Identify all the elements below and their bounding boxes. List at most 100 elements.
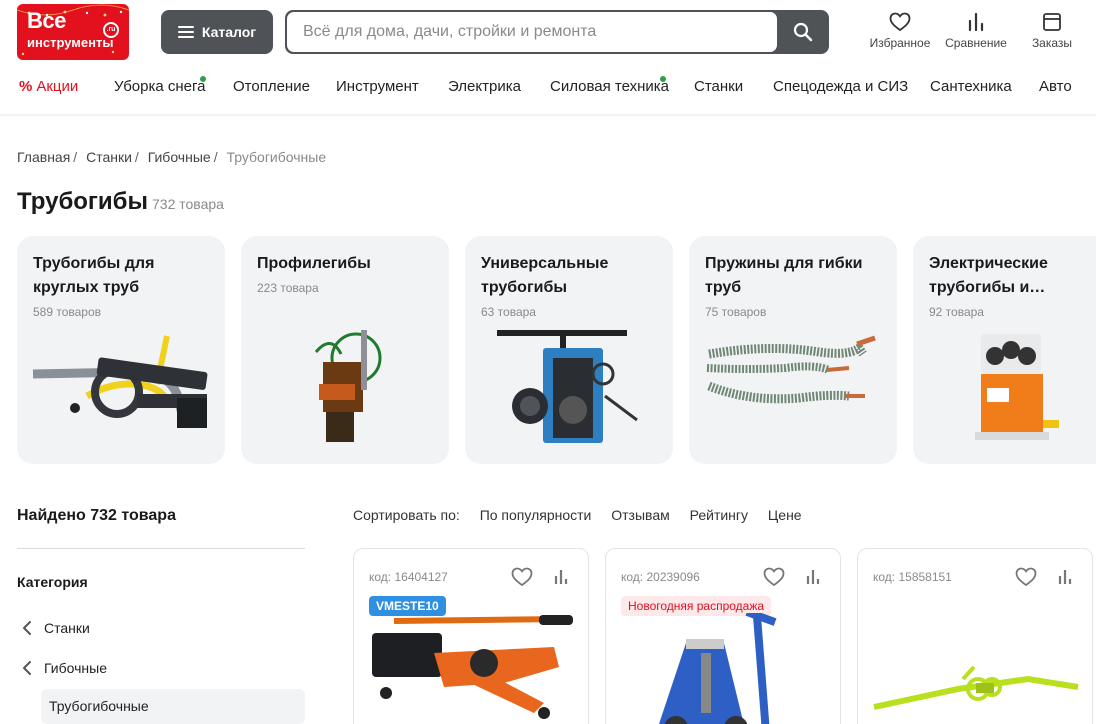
search-button[interactable] (777, 10, 829, 54)
nav-item-auto[interactable]: Авто (1039, 78, 1072, 95)
sort-popularity[interactable]: По популярности (480, 507, 592, 523)
site-header: Все инструменты .ru Каталог Избранное Ср… (0, 0, 1096, 64)
category-filter-heading: Категория (17, 574, 88, 590)
product-code: код: 20239096 (621, 570, 700, 584)
category-title: Электрические трубогибы и… (929, 255, 1048, 296)
favorites-label: Избранное (869, 36, 931, 50)
new-indicator-dot (660, 76, 666, 82)
nav-item-label: Станки (694, 78, 744, 95)
breadcrumb: Главная / Станки / Гибочные / Трубогибочные (17, 149, 327, 165)
nav-item-label: Спецодежда и СИЗ (773, 78, 909, 95)
category-count: 63 товара (481, 305, 536, 319)
chevron-left-icon (23, 661, 31, 675)
category-card-universal-benders[interactable]: Универсальные трубогибы 63 товара (465, 236, 673, 464)
category-card-profile-benders[interactable]: Профилегибы 223 товара (241, 236, 449, 464)
nav-item-label: Силовая техника (550, 78, 670, 95)
hydraulic-bender-image (372, 615, 573, 719)
category-title: Трубогибы для круглых труб (33, 255, 155, 296)
category-count: 589 товаров (33, 305, 102, 319)
category-title: Универсальные трубогибы (481, 255, 609, 296)
search-input[interactable] (287, 12, 777, 52)
sidebar-item-current[interactable]: Трубогибочные (41, 689, 305, 724)
sort-rating[interactable]: Рейтингу (690, 507, 748, 523)
catalog-button-label: Каталог (201, 24, 257, 40)
product-code: код: 16404127 (369, 570, 448, 584)
compact-bender-image (873, 665, 1079, 710)
chevron-left-icon (23, 621, 31, 635)
nav-item-label: Отопление (233, 78, 310, 95)
nav-item-tools[interactable]: Инструмент (336, 78, 419, 95)
compare-icon (968, 12, 984, 32)
product-code: код: 15858151 (873, 570, 952, 584)
heart-icon[interactable] (511, 567, 533, 587)
menu-icon (177, 26, 194, 38)
category-title: Пружины для гибки труб (705, 255, 863, 296)
nav-item-electrics[interactable]: Электрика (448, 78, 521, 95)
nav-item-label: Инструмент (336, 78, 419, 95)
orders-icon (1043, 13, 1061, 31)
bending-springs-image (706, 335, 876, 404)
product-card[interactable]: код: 20239096 Новогодняя распродажа (605, 548, 841, 724)
nav-item-sales[interactable]: % Акции (19, 78, 78, 95)
compare-icon[interactable] (805, 569, 821, 585)
heart-icon[interactable] (1015, 567, 1037, 587)
sidebar-item-bending[interactable]: Гибочные (20, 660, 107, 676)
logo-text-bottom: инструменты (27, 35, 114, 50)
logo-text-top: Все (27, 8, 66, 33)
page-item-count: 732 товара (152, 196, 224, 212)
category-count: 75 товаров (705, 305, 767, 319)
breadcrumb-home[interactable]: Главная (17, 149, 70, 165)
sort-bar: Сортировать по: По популярности Отзывам … (353, 507, 802, 523)
nav-item-workwear[interactable]: Спецодежда и СИЗ (773, 78, 908, 95)
manual-bender-image (659, 613, 777, 724)
nav-item-heating[interactable]: Отопление (233, 78, 310, 95)
category-card-electric-benders[interactable]: Электрические трубогибы и… 92 товара (913, 236, 1096, 464)
compare-link[interactable]: Сравнение (940, 12, 1012, 50)
pipe-bender-image (32, 335, 208, 428)
main-nav: % Акции Уборка снега Отопление Инструмент… (0, 76, 1096, 100)
orders-link[interactable]: Заказы (1016, 12, 1088, 50)
nav-item-label: Акции (36, 78, 79, 95)
sort-label: Сортировать по: (353, 507, 460, 523)
nav-item-label: Уборка снега (114, 78, 206, 95)
product-card[interactable]: код: 16404127 VMESTE10 (353, 548, 589, 724)
heart-icon (889, 12, 911, 32)
page-title: Трубогибы (17, 188, 148, 215)
nav-item-label: Электрика (448, 78, 521, 95)
sidebar-item-label: Трубогибочные (49, 698, 149, 714)
sort-reviews[interactable]: Отзывам (611, 507, 669, 523)
nav-item-snow[interactable]: Уборка снега (114, 76, 206, 95)
nav-item-machines[interactable]: Станки (694, 78, 743, 95)
sidebar-item-label: Станки (44, 620, 90, 636)
nav-item-label: Сантехника (930, 78, 1012, 95)
sidebar-item-label: Гибочные (44, 660, 107, 676)
heart-icon[interactable] (763, 567, 785, 587)
orders-label: Заказы (1031, 36, 1073, 50)
category-card-round-pipe-benders[interactable]: Трубогибы для круглых труб 589 товаров (17, 236, 225, 464)
results-found: Найдено 732 товара (17, 507, 176, 524)
new-indicator-dot (200, 76, 206, 82)
product-card[interactable]: код: 15858151 (857, 548, 1093, 724)
compare-icon[interactable] (553, 569, 569, 585)
breadcrumb-current: Трубогибочные (226, 149, 327, 165)
site-logo[interactable]: Все инструменты .ru (17, 4, 129, 60)
universal-bender-image (497, 330, 638, 443)
category-count: 223 товара (257, 281, 319, 295)
search-bar (285, 10, 829, 54)
catalog-button[interactable]: Каталог (161, 10, 273, 54)
category-card-bending-springs[interactable]: Пружины для гибки труб 75 товаров (689, 236, 897, 464)
nav-divider (0, 114, 1096, 118)
breadcrumb-machines[interactable]: Станки (86, 149, 132, 165)
compare-icon[interactable] (1057, 569, 1073, 585)
nav-item-power[interactable]: Силовая техника (550, 76, 670, 95)
sort-price[interactable]: Цене (768, 507, 802, 523)
nav-item-plumbing[interactable]: Сантехника (930, 78, 1012, 95)
sidebar-item-machines[interactable]: Станки (20, 620, 90, 636)
breadcrumb-bending[interactable]: Гибочные (148, 149, 211, 165)
profile-bender-image (314, 330, 382, 442)
favorites-link[interactable]: Избранное (864, 12, 936, 50)
sidebar-divider (17, 548, 305, 549)
electric-bender-image (975, 334, 1059, 440)
category-title: Профилегибы (257, 255, 371, 272)
search-icon (793, 22, 813, 42)
